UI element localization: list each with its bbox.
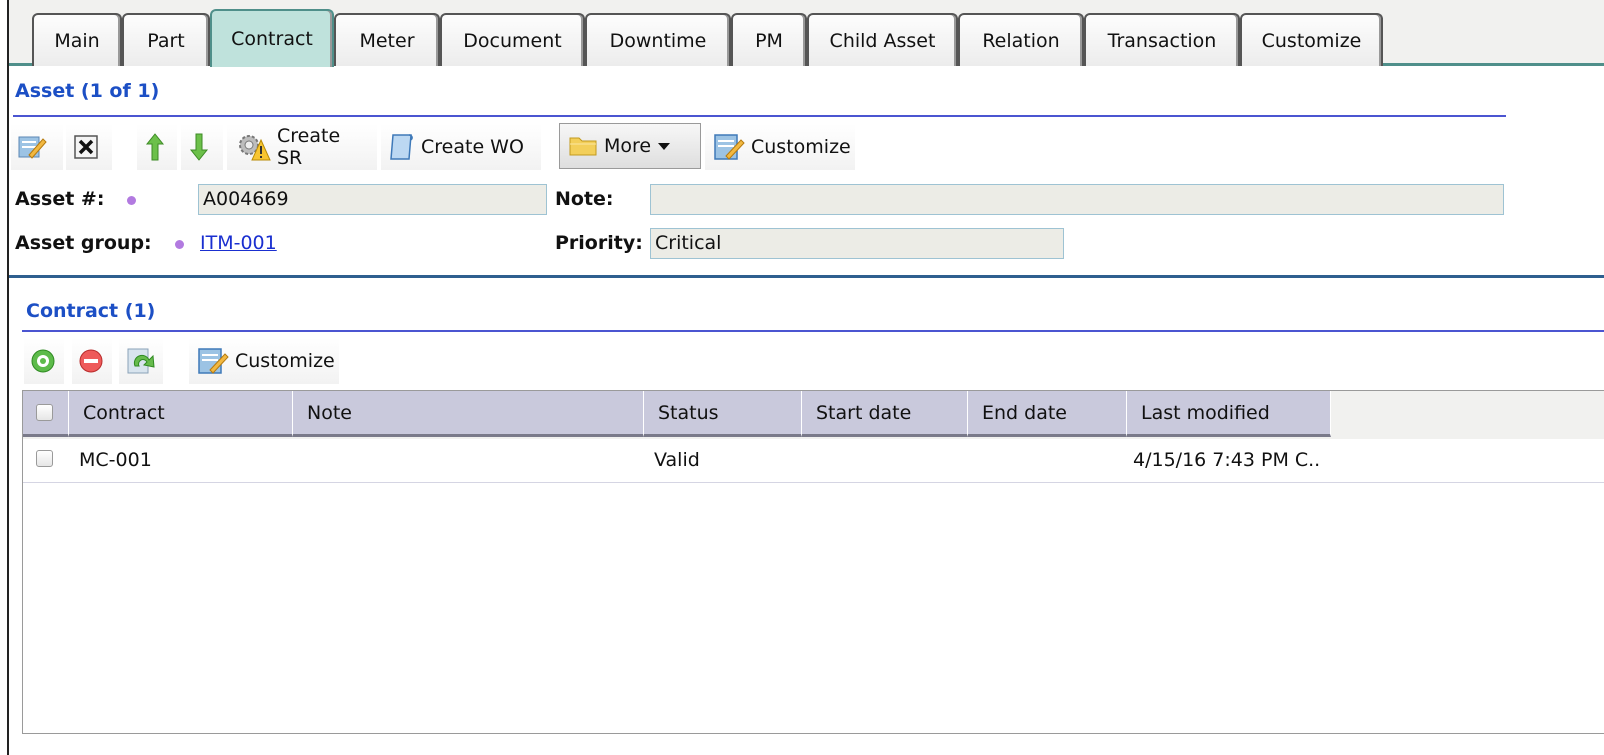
- refresh-button[interactable]: [119, 338, 163, 384]
- column-header-status[interactable]: Status: [644, 391, 802, 437]
- create-sr-label: Create SR: [277, 125, 341, 169]
- column-header-last-modified[interactable]: Last modified: [1127, 391, 1331, 437]
- tab-label: Meter: [359, 29, 415, 52]
- row-checkbox[interactable]: [36, 450, 53, 467]
- required-indicator: [127, 196, 136, 205]
- move-down-button[interactable]: [181, 124, 223, 170]
- tab-meter[interactable]: Meter: [334, 13, 440, 66]
- tab-child-asset[interactable]: Child Asset: [807, 13, 958, 66]
- asset-group-link[interactable]: ITM-001: [200, 232, 277, 254]
- edit-button[interactable]: [11, 124, 63, 170]
- cell-contract: MC-001: [79, 449, 152, 471]
- customize-label: Customize: [235, 350, 335, 372]
- priority-field[interactable]: Critical: [650, 228, 1064, 259]
- create-wo-button[interactable]: Create WO: [381, 124, 541, 170]
- priority-label: Priority:: [555, 232, 643, 254]
- tab-label: Customize: [1261, 29, 1362, 52]
- customize-label: Customize: [751, 136, 851, 158]
- tab-label: Contract: [231, 28, 313, 50]
- customize-button[interactable]: Customize: [705, 124, 855, 170]
- cell-last-modified: 4/15/16 7:43 PM C..: [1133, 449, 1321, 471]
- asset-title-divider: [13, 115, 1506, 117]
- tab-document[interactable]: Document: [440, 13, 585, 66]
- select-all-checkbox[interactable]: [36, 404, 53, 421]
- note-label: Note:: [555, 188, 614, 210]
- table-row[interactable]: MC-001 Valid 4/15/16 7:43 PM C..: [23, 439, 1604, 483]
- contract-title-divider: [22, 330, 1604, 332]
- tab-label: Downtime: [609, 29, 707, 52]
- tab-label: Child Asset: [829, 29, 936, 52]
- tab-label: Relation: [982, 29, 1060, 52]
- column-header-note[interactable]: Note: [293, 391, 644, 437]
- asset-number-field[interactable]: A004669: [198, 184, 547, 215]
- note-field[interactable]: [650, 184, 1504, 215]
- tab-downtime[interactable]: Downtime: [585, 13, 731, 66]
- customize-icon: [714, 134, 745, 160]
- tab-contract[interactable]: Contract: [210, 9, 334, 67]
- document-icon: [390, 134, 413, 160]
- tab-relation[interactable]: Relation: [958, 13, 1084, 66]
- chevron-down-icon: [658, 143, 671, 150]
- contract-grid: Contract Note Status Start date End date…: [22, 390, 1604, 734]
- cell-status: Valid: [654, 449, 700, 471]
- create-sr-button[interactable]: Create SR: [227, 124, 377, 170]
- column-header-start-date[interactable]: Start date: [802, 391, 968, 437]
- arrow-down-icon: [189, 133, 209, 161]
- delete-button[interactable]: [66, 124, 112, 170]
- asset-section-title: Asset (1 of 1): [15, 80, 160, 102]
- edit-icon: [18, 136, 47, 159]
- asset-number-label: Asset #:: [15, 188, 105, 210]
- required-indicator: [175, 240, 184, 249]
- close-icon: [74, 135, 98, 159]
- tab-label: PM: [755, 29, 783, 52]
- tab-bar: Main Part Contract Meter Document Downti…: [9, 0, 1604, 67]
- more-dropdown[interactable]: More: [559, 123, 701, 169]
- folder-icon: [569, 137, 597, 156]
- arrow-up-icon: [145, 133, 165, 161]
- contract-customize-button[interactable]: Customize: [189, 338, 339, 384]
- tab-transaction[interactable]: Transaction: [1084, 13, 1240, 66]
- more-label: More: [604, 135, 652, 157]
- tab-label: Document: [463, 29, 562, 52]
- refresh-icon: [127, 348, 155, 374]
- tab-customize[interactable]: Customize: [1240, 13, 1383, 66]
- add-contract-button[interactable]: [24, 338, 64, 384]
- asset-group-label: Asset group:: [15, 232, 152, 254]
- tab-part[interactable]: Part: [122, 13, 210, 66]
- contract-section-title: Contract (1): [26, 300, 156, 322]
- add-icon: [31, 349, 55, 373]
- customize-icon: [198, 348, 229, 374]
- section-divider: [9, 275, 1604, 278]
- asset-window: Main Part Contract Meter Document Downti…: [7, 0, 1604, 755]
- remove-icon: [79, 349, 103, 373]
- column-header-contract[interactable]: Contract: [69, 391, 293, 437]
- tab-pm[interactable]: PM: [731, 13, 807, 66]
- select-all-column: [23, 391, 69, 437]
- move-up-button[interactable]: [137, 124, 177, 170]
- create-wo-label: Create WO: [421, 136, 524, 158]
- grid-header: Contract Note Status Start date End date…: [23, 391, 1604, 439]
- remove-contract-button[interactable]: [72, 338, 112, 384]
- tab-label: Part: [147, 29, 185, 52]
- tab-label: Main: [54, 29, 100, 52]
- tab-label: Transaction: [1107, 29, 1217, 52]
- tab-main[interactable]: Main: [32, 13, 122, 66]
- gear-warning-icon: [239, 135, 271, 161]
- column-header-end-date[interactable]: End date: [968, 391, 1127, 437]
